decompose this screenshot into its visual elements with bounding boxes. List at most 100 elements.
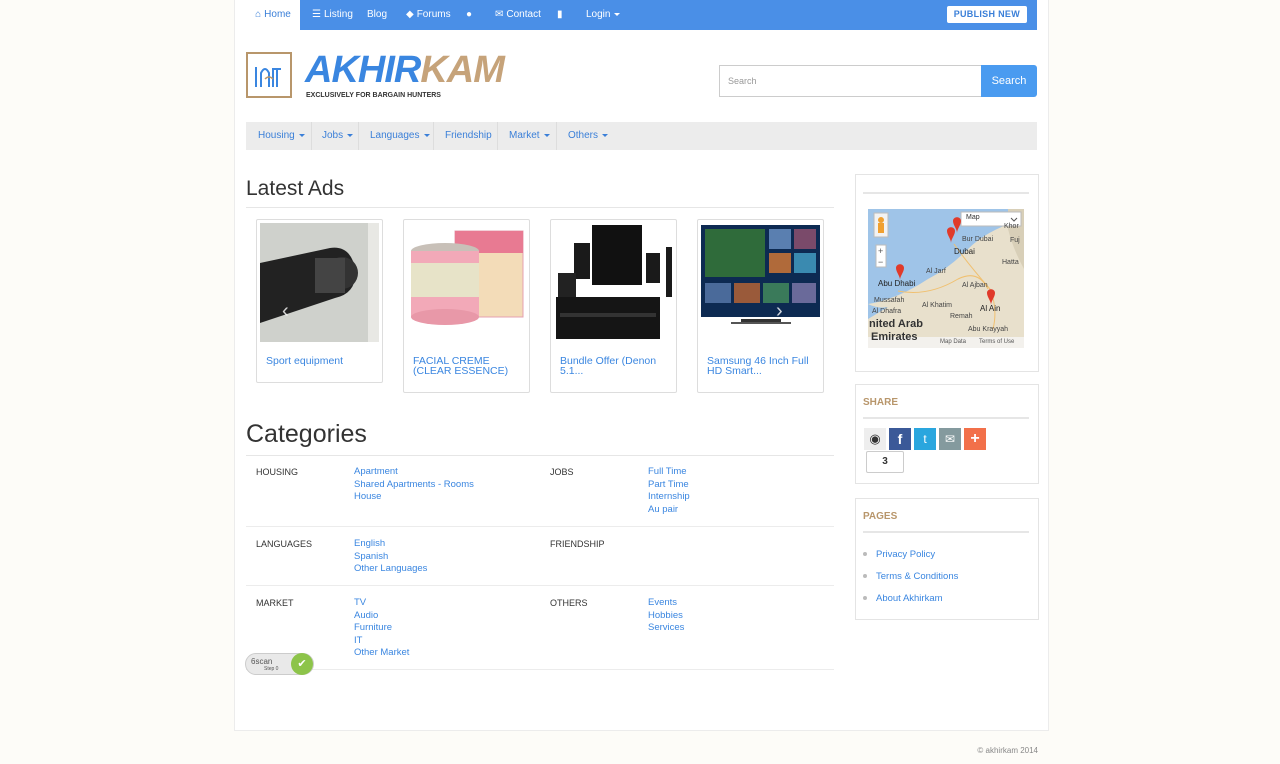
- publish-new-button[interactable]: PUBLISH NEW: [946, 6, 1027, 23]
- ad-title[interactable]: Sport equipment: [266, 356, 376, 367]
- logo-mark: [246, 52, 292, 98]
- category-jobs[interactable]: JOBS: [550, 467, 574, 477]
- map-label: Dubai: [954, 247, 975, 256]
- category-market[interactable]: MARKET: [256, 598, 294, 608]
- ad-image[interactable]: [407, 223, 526, 342]
- ad-photo: [260, 223, 379, 342]
- category-link[interactable]: Au pair: [648, 504, 690, 517]
- nav-home[interactable]: ⌂ Home: [246, 0, 300, 30]
- nav-blog[interactable]: Blog: [367, 0, 387, 30]
- carousel-next-icon[interactable]: ›: [776, 300, 783, 323]
- globe-icon: ●: [466, 9, 473, 20]
- search-button[interactable]: Search: [981, 65, 1037, 97]
- security-badge[interactable]: 6scan Step 0 ✔: [245, 653, 314, 675]
- latest-ads-heading: Latest Ads: [246, 177, 345, 200]
- category-link[interactable]: Services: [648, 622, 684, 635]
- badge-sublabel: Step 0: [264, 666, 279, 672]
- category-friendship[interactable]: FRIENDSHIP: [550, 539, 605, 549]
- nav-stats[interactable]: ▮: [557, 0, 566, 30]
- category-link[interactable]: Events: [648, 597, 684, 610]
- category-link[interactable]: Furniture: [354, 622, 409, 635]
- map-label: Remah: [950, 313, 973, 320]
- page-link-privacy[interactable]: Privacy Policy: [876, 549, 935, 560]
- category-link[interactable]: Internship: [648, 491, 690, 504]
- email-icon[interactable]: ✉: [939, 428, 961, 450]
- nav-listing[interactable]: ☰ Listing: [312, 0, 353, 30]
- chevron-down-icon: [423, 133, 430, 137]
- category-link[interactable]: Other Languages: [354, 563, 427, 576]
- category-others[interactable]: OTHERS: [550, 598, 588, 608]
- category-link[interactable]: Other Market: [354, 647, 409, 660]
- ad-card[interactable]: › Samsung 46 Inch Full HD Smart...: [697, 219, 824, 393]
- catnav-friendship[interactable]: Friendship: [445, 122, 492, 150]
- svg-text:−: −: [878, 257, 883, 267]
- category-link[interactable]: Spanish: [354, 551, 427, 564]
- category-link[interactable]: Audio: [354, 610, 409, 623]
- category-link[interactable]: Full Time: [648, 466, 690, 479]
- map-type-select[interactable]: Map: [966, 214, 980, 221]
- categories-heading: Categories: [246, 420, 367, 448]
- others-links: Events Hobbies Services: [648, 597, 684, 635]
- search-input[interactable]: Search: [719, 65, 981, 97]
- ad-card[interactable]: ‹ Sport equipment: [256, 219, 383, 383]
- divider: [863, 417, 1029, 419]
- facebook-icon[interactable]: f: [889, 428, 911, 450]
- pages-heading: PAGES: [863, 511, 898, 522]
- languages-links: English Spanish Other Languages: [354, 538, 427, 576]
- catnav-market[interactable]: Market: [509, 122, 550, 150]
- nav-login[interactable]: Login: [586, 0, 621, 30]
- home-icon: ⌂: [255, 9, 262, 20]
- ad-title[interactable]: Samsung 46 Inch Full HD Smart...: [707, 356, 817, 377]
- category-link[interactable]: Apartment: [354, 466, 474, 479]
- logo-tagline: EXCLUSIVELY FOR BARGAIN HUNTERS: [306, 92, 441, 99]
- catnav-languages[interactable]: Languages: [370, 122, 430, 150]
- jobs-links: Full Time Part Time Internship Au pair: [648, 466, 690, 516]
- chevron-down-icon: [298, 133, 305, 137]
- category-link[interactable]: Hobbies: [648, 610, 684, 623]
- catnav-others[interactable]: Others: [568, 122, 609, 150]
- catnav-housing[interactable]: Housing: [258, 122, 305, 150]
- twitter-icon[interactable]: t: [914, 428, 936, 450]
- badge-label: 6scan: [251, 657, 273, 666]
- owl-icon[interactable]: ◉: [864, 428, 886, 450]
- map-terms-link[interactable]: Terms of Use: [979, 339, 1014, 345]
- nav-globe[interactable]: ●: [466, 0, 475, 30]
- ad-title[interactable]: FACIAL CREME (CLEAR ESSENCE): [413, 356, 523, 377]
- share-panel: SHARE ◉ f t ✉ + 3: [855, 384, 1039, 484]
- nav-contact[interactable]: ✉ Contact: [495, 0, 541, 30]
- check-icon: ✔: [291, 653, 313, 675]
- nav-forums[interactable]: ◆ Forums: [406, 0, 451, 30]
- category-link[interactable]: IT: [354, 635, 409, 648]
- share-count: 3: [866, 451, 904, 473]
- share-more-icon[interactable]: +: [964, 428, 986, 450]
- category-housing[interactable]: HOUSING: [256, 467, 298, 477]
- ad-card[interactable]: Bundle Offer (Denon 5.1...: [550, 219, 677, 393]
- map-label: Al Ajban: [962, 282, 988, 289]
- catnav-jobs[interactable]: Jobs: [322, 122, 354, 150]
- divider: [433, 122, 434, 150]
- site-logo[interactable]: AKHIRKAM EXCLUSIVELY FOR BARGAIN HUNTERS: [246, 50, 505, 102]
- logo-emblem-icon: [255, 67, 281, 87]
- ad-image[interactable]: [260, 223, 379, 342]
- share-heading: SHARE: [863, 397, 899, 408]
- tag-icon: ◆: [406, 9, 414, 20]
- category-link[interactable]: Shared Apartments - Rooms: [354, 479, 474, 492]
- ad-card[interactable]: FACIAL CREME (CLEAR ESSENCE): [403, 219, 530, 393]
- category-link[interactable]: TV: [354, 597, 409, 610]
- ad-image[interactable]: [701, 223, 820, 342]
- ad-title[interactable]: Bundle Offer (Denon 5.1...: [560, 356, 670, 377]
- category-link[interactable]: House: [354, 491, 474, 504]
- map-panel: + − Map Bur Dubai Dubai Al Jarf Abu Dhab…: [855, 174, 1039, 372]
- carousel-prev-icon[interactable]: ‹: [282, 300, 289, 323]
- ad-image[interactable]: [554, 223, 673, 342]
- chevron-down-icon: [614, 12, 621, 16]
- page-link-about[interactable]: About Akhirkam: [876, 593, 943, 604]
- map-widget[interactable]: + − Map Bur Dubai Dubai Al Jarf Abu Dhab…: [868, 209, 1024, 348]
- category-link[interactable]: English: [354, 538, 427, 551]
- category-link[interactable]: Part Time: [648, 479, 690, 492]
- page-link-terms[interactable]: Terms & Conditions: [876, 571, 958, 582]
- category-languages[interactable]: LANGUAGES: [256, 539, 312, 549]
- chevron-down-icon: [347, 133, 354, 137]
- divider: [497, 122, 498, 150]
- housing-links: Apartment Shared Apartments - Rooms Hous…: [354, 466, 474, 504]
